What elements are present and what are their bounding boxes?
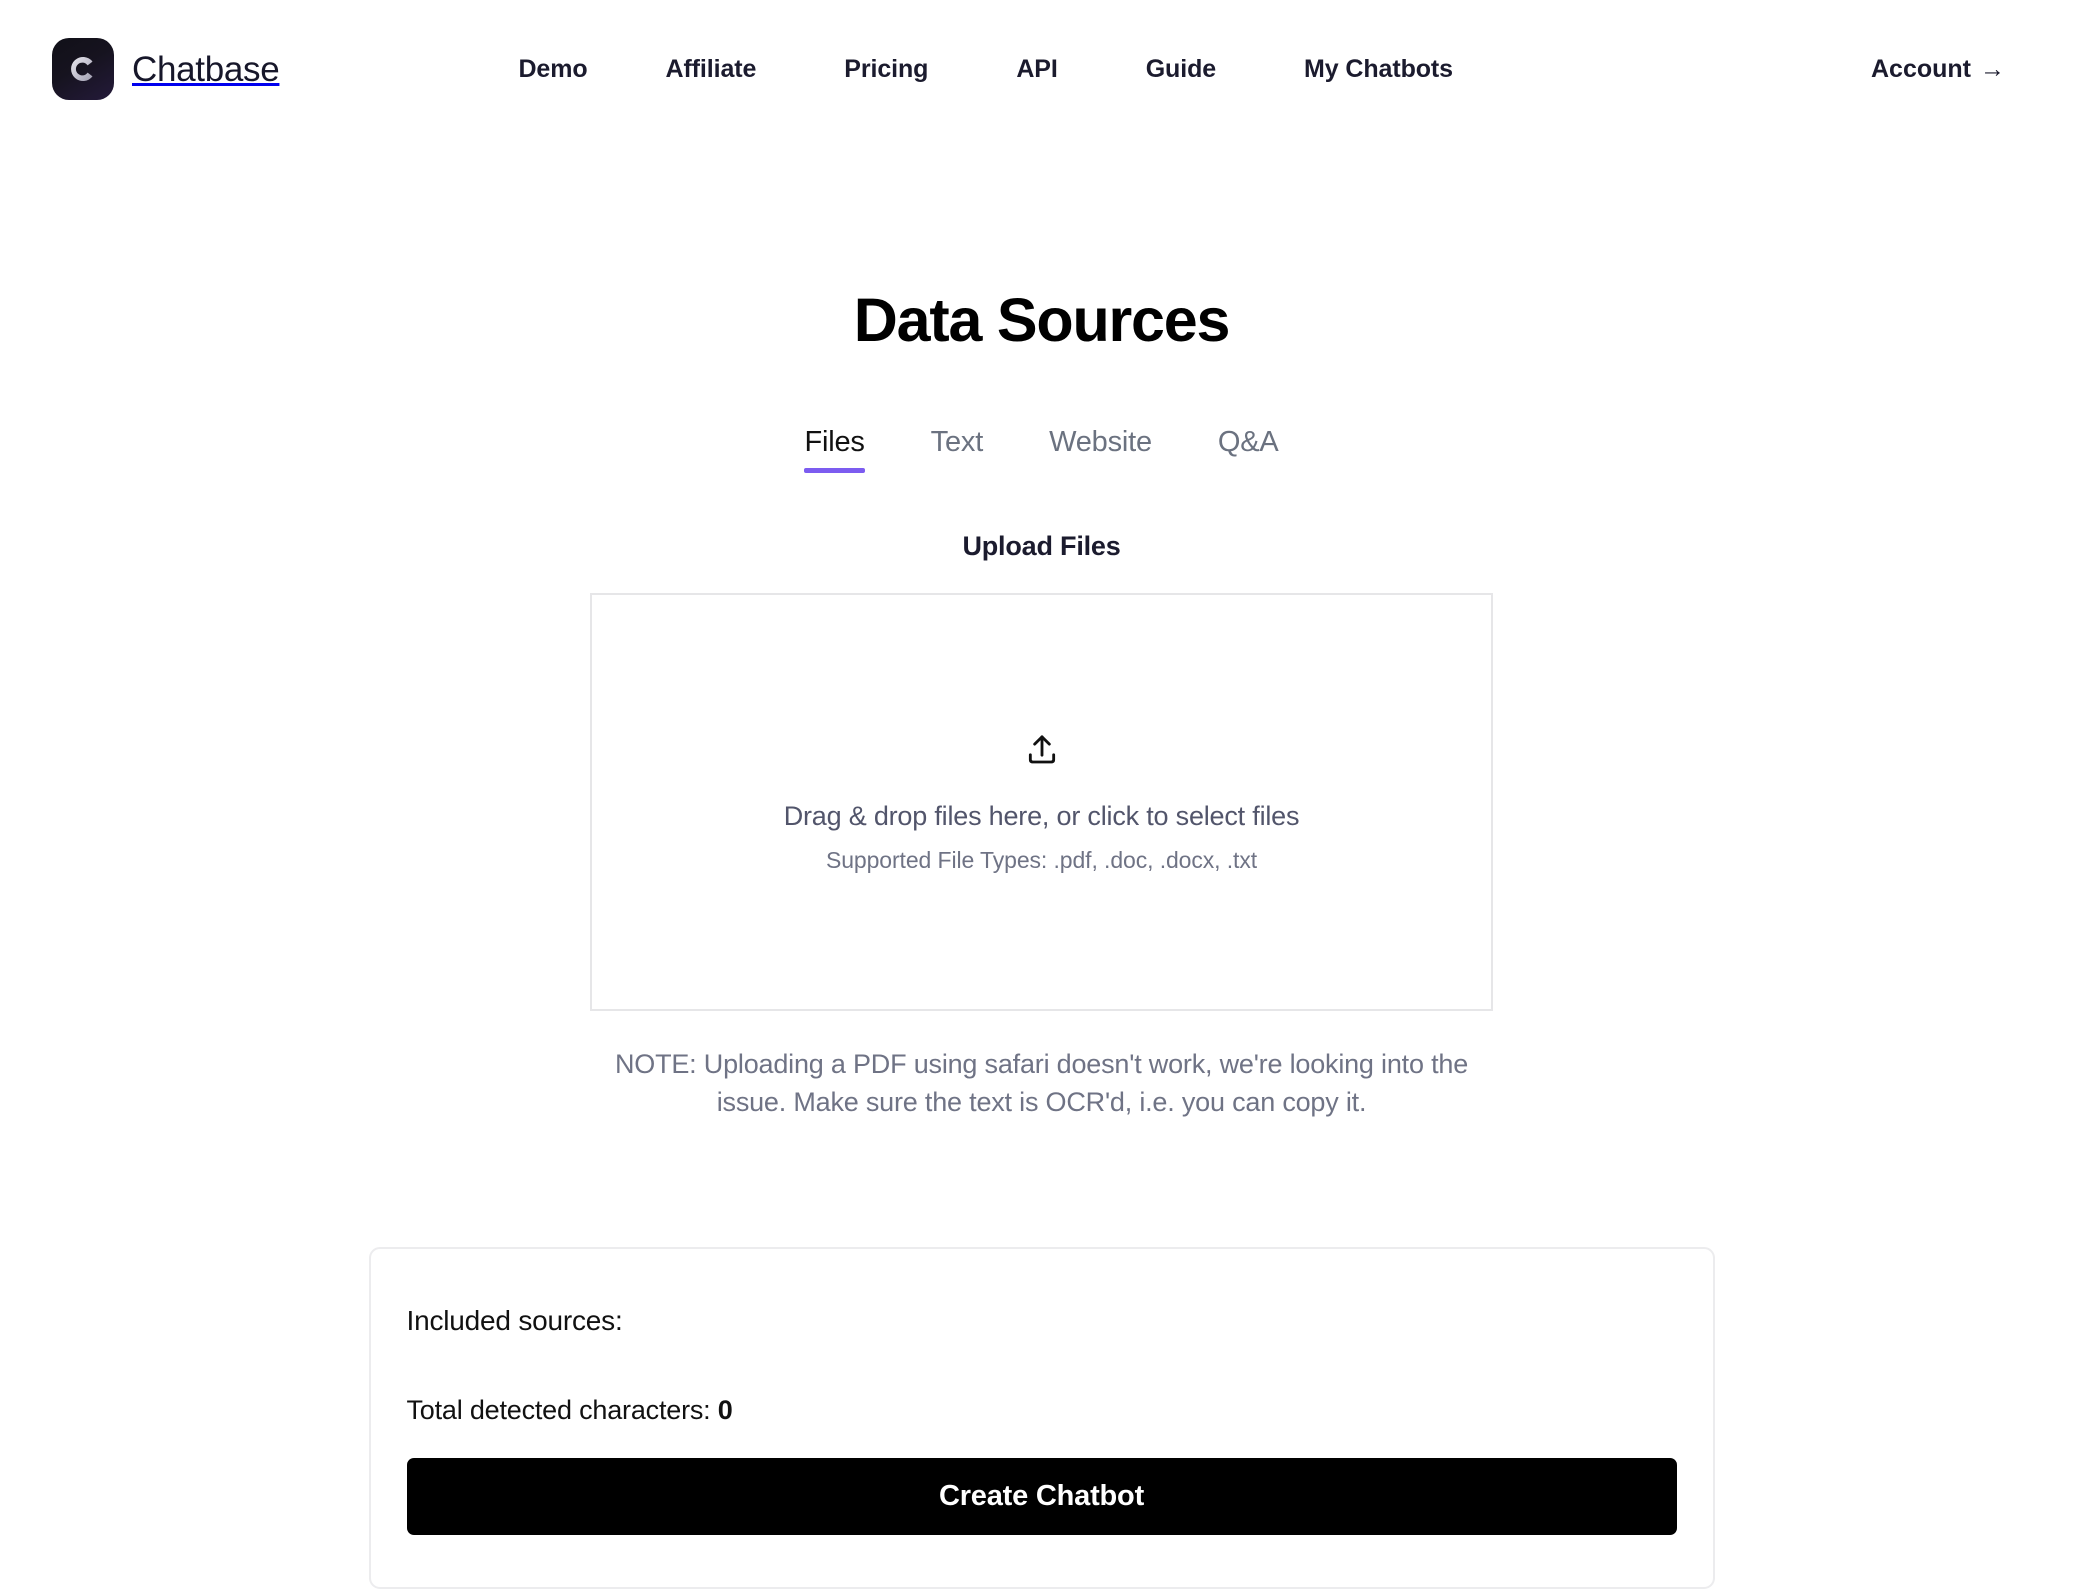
tab-text[interactable]: Text <box>931 426 984 473</box>
included-sources-heading: Included sources: <box>406 1304 623 1336</box>
upload-section-label: Upload Files <box>962 531 1121 561</box>
tab-website[interactable]: Website <box>1049 426 1152 473</box>
tab-files[interactable]: Files <box>804 426 865 473</box>
account-label: Account <box>1871 54 1971 83</box>
total-detected-characters: Total detected characters: 0 <box>407 1395 1677 1426</box>
brand-home-link[interactable]: Chatbase <box>52 38 280 100</box>
nav-item-api[interactable]: API <box>972 45 1101 94</box>
brand-name: Chatbase <box>132 49 280 89</box>
nav-item-demo[interactable]: Demo <box>484 45 621 94</box>
chatbase-logo-icon <box>52 38 114 100</box>
dropzone-supported-types: Supported File Types: .pdf, .doc, .docx,… <box>825 847 1258 874</box>
page-title: Data Sources <box>853 286 1231 354</box>
total-detected-characters-value: 0 <box>717 1394 733 1425</box>
main-content: Data Sources Files Text Website Q&A Uplo… <box>0 138 2083 1589</box>
upload-note: NOTE: Uploading a PDF using safari doesn… <box>614 1049 1469 1118</box>
nav-item-pricing[interactable]: Pricing <box>800 45 972 94</box>
account-link[interactable]: Account → <box>1871 55 2033 84</box>
data-source-tabs: Files Text Website Q&A <box>804 426 1279 473</box>
nav-link-my-chatbots[interactable]: My Chatbots <box>1304 45 1453 93</box>
main-nav: Demo Affiliate Pricing API Guide My Chat… <box>484 45 1453 94</box>
included-sources-card: Included sources: Total detected charact… <box>368 1246 1715 1589</box>
nav-link-pricing[interactable]: Pricing <box>844 45 928 93</box>
upload-icon <box>1028 735 1055 764</box>
nav-item-my-chatbots[interactable]: My Chatbots <box>1260 45 1453 94</box>
site-header: Chatbase Demo Affiliate Pricing API Guid… <box>0 0 2083 138</box>
dropzone-primary-text: Drag & drop files here, or click to sele… <box>783 800 1300 831</box>
nav-item-affiliate[interactable]: Affiliate <box>622 45 801 94</box>
nav-link-affiliate[interactable]: Affiliate <box>666 45 757 93</box>
arrow-right-icon: → <box>1980 54 2005 83</box>
nav-item-guide[interactable]: Guide <box>1102 45 1260 94</box>
nav-link-demo[interactable]: Demo <box>518 45 587 93</box>
create-chatbot-button[interactable]: Create Chatbot <box>406 1457 1677 1535</box>
nav-link-api[interactable]: API <box>1016 45 1057 93</box>
total-detected-characters-label: Total detected characters: <box>406 1394 718 1425</box>
file-dropzone[interactable]: Drag & drop files here, or click to sele… <box>590 593 1493 1011</box>
nav-link-guide[interactable]: Guide <box>1146 45 1216 93</box>
tab-qa[interactable]: Q&A <box>1218 426 1279 473</box>
